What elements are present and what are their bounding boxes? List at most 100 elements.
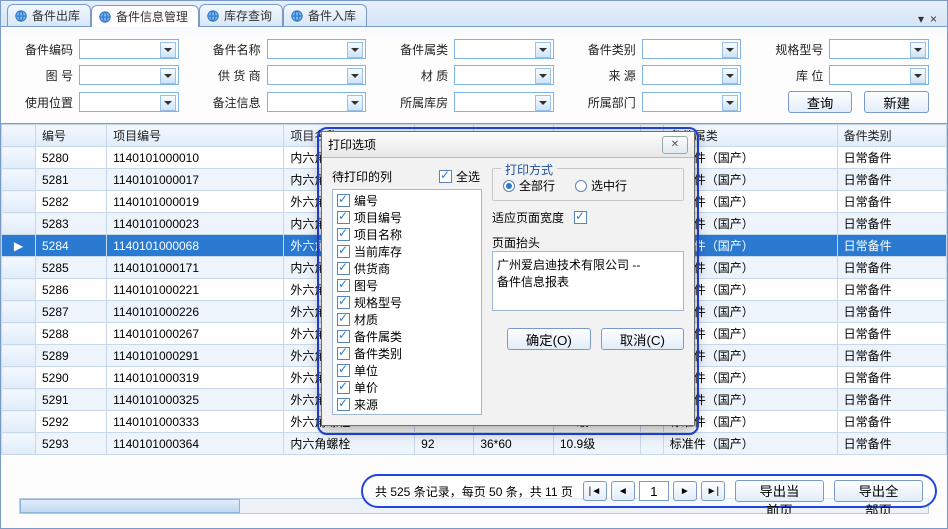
name-combo[interactable]: [267, 39, 367, 59]
list-item[interactable]: 项目名称: [335, 226, 479, 243]
pager-next[interactable]: ►: [673, 481, 697, 501]
pager-page-input[interactable]: [639, 481, 669, 501]
list-item[interactable]: 材质: [335, 311, 479, 328]
usepos-combo[interactable]: [79, 92, 179, 112]
remark-combo[interactable]: [267, 92, 367, 112]
table-cell[interactable]: 5280: [36, 147, 107, 169]
table-cell[interactable]: 5283: [36, 213, 107, 235]
table-cell[interactable]: [2, 367, 36, 389]
table-cell[interactable]: 1140101000068: [107, 235, 284, 257]
column-checkbox[interactable]: [337, 347, 350, 360]
list-item[interactable]: 备件类别: [335, 345, 479, 362]
table-cell[interactable]: 日常备件: [837, 411, 946, 433]
fit-width-checkbox[interactable]: [574, 211, 587, 224]
code-combo[interactable]: [79, 39, 179, 59]
column-checkbox[interactable]: [337, 381, 350, 394]
tab-close-icon[interactable]: ×: [930, 12, 937, 26]
new-button[interactable]: 新建: [864, 91, 929, 113]
table-cell[interactable]: [2, 411, 36, 433]
list-item[interactable]: 来源: [335, 396, 479, 413]
table-cell[interactable]: 1140101000226: [107, 301, 284, 323]
column-checkbox[interactable]: [337, 194, 350, 207]
table-cell[interactable]: 1140101000325: [107, 389, 284, 411]
table-cell[interactable]: [2, 257, 36, 279]
page-header-textarea[interactable]: [492, 251, 684, 311]
table-cell[interactable]: 1140101000010: [107, 147, 284, 169]
col-header[interactable]: 编号: [36, 125, 107, 147]
attrclass-combo[interactable]: [454, 39, 554, 59]
table-cell[interactable]: 5281: [36, 169, 107, 191]
cancel-button[interactable]: 取消(C): [601, 328, 684, 350]
table-cell[interactable]: [2, 169, 36, 191]
column-checkbox[interactable]: [337, 330, 350, 343]
check-all-checkbox[interactable]: [439, 170, 452, 183]
table-cell[interactable]: 日常备件: [837, 433, 946, 455]
table-cell[interactable]: 日常备件: [837, 345, 946, 367]
list-item[interactable]: 库位: [335, 413, 479, 415]
table-cell[interactable]: ▶: [2, 235, 36, 257]
supplier-combo[interactable]: [267, 65, 367, 85]
query-button[interactable]: 查询: [788, 91, 853, 113]
pager-last[interactable]: ►|: [701, 481, 725, 501]
pager-first[interactable]: |◄: [583, 481, 607, 501]
table-cell[interactable]: 日常备件: [837, 279, 946, 301]
list-item[interactable]: 当前库存: [335, 243, 479, 260]
table-cell[interactable]: [2, 147, 36, 169]
table-cell[interactable]: 36*60: [474, 433, 554, 455]
dialog-titlebar[interactable]: 打印选项 ✕: [322, 132, 694, 158]
table-row[interactable]: 52931140101000364内六角螺栓9236*6010.9级标准件（国产…: [2, 433, 947, 455]
dept-combo[interactable]: [642, 92, 742, 112]
column-checkbox[interactable]: [337, 279, 350, 292]
table-cell[interactable]: [2, 433, 36, 455]
table-cell[interactable]: 内六角螺栓: [284, 433, 415, 455]
scroll-thumb[interactable]: [20, 499, 240, 513]
table-cell[interactable]: 5285: [36, 257, 107, 279]
export-current-button[interactable]: 导出当前页: [735, 480, 824, 502]
table-cell[interactable]: [640, 433, 663, 455]
dialog-close-button[interactable]: ✕: [662, 136, 688, 154]
location-combo[interactable]: [829, 65, 929, 85]
table-cell[interactable]: 1140101000017: [107, 169, 284, 191]
table-cell[interactable]: 1140101000019: [107, 191, 284, 213]
columns-listbox[interactable]: 编号项目编号项目名称当前库存供货商图号规格型号材质备件属类备件类别单位单价来源库…: [332, 189, 482, 415]
table-cell[interactable]: [2, 279, 36, 301]
list-item[interactable]: 编号: [335, 192, 479, 209]
drawing-combo[interactable]: [79, 65, 179, 85]
material-combo[interactable]: [454, 65, 554, 85]
col-header[interactable]: 项目编号: [107, 125, 284, 147]
table-cell[interactable]: 10.9级: [553, 433, 640, 455]
table-cell[interactable]: 日常备件: [837, 389, 946, 411]
column-checkbox[interactable]: [337, 398, 350, 411]
tab-menu-icon[interactable]: ▾: [918, 12, 924, 26]
table-cell[interactable]: 5284: [36, 235, 107, 257]
column-checkbox[interactable]: [337, 262, 350, 275]
col-header[interactable]: 备件类别: [837, 125, 946, 147]
column-checkbox[interactable]: [337, 211, 350, 224]
list-item[interactable]: 供货商: [335, 260, 479, 277]
table-cell[interactable]: 日常备件: [837, 323, 946, 345]
table-cell[interactable]: 5287: [36, 301, 107, 323]
export-all-button[interactable]: 导出全部页: [834, 480, 923, 502]
table-cell[interactable]: [2, 345, 36, 367]
table-cell[interactable]: 1140101000291: [107, 345, 284, 367]
table-cell[interactable]: 1140101000333: [107, 411, 284, 433]
ok-button[interactable]: 确定(O): [507, 328, 591, 350]
table-cell[interactable]: 日常备件: [837, 301, 946, 323]
table-cell[interactable]: 1140101000319: [107, 367, 284, 389]
table-cell[interactable]: 5290: [36, 367, 107, 389]
table-cell[interactable]: 日常备件: [837, 213, 946, 235]
table-cell[interactable]: 日常备件: [837, 257, 946, 279]
list-item[interactable]: 项目编号: [335, 209, 479, 226]
spec-combo[interactable]: [829, 39, 929, 59]
table-cell[interactable]: 92: [415, 433, 474, 455]
col-header[interactable]: [2, 125, 36, 147]
tab-inbound[interactable]: 备件入库: [283, 4, 367, 26]
list-item[interactable]: 单位: [335, 362, 479, 379]
table-cell[interactable]: 5282: [36, 191, 107, 213]
table-cell[interactable]: 1140101000267: [107, 323, 284, 345]
radio-print-selected[interactable]: [575, 180, 587, 192]
warehouse-combo[interactable]: [454, 92, 554, 112]
table-cell[interactable]: 5291: [36, 389, 107, 411]
tab-parts-mgmt[interactable]: 备件信息管理: [91, 5, 199, 27]
table-cell[interactable]: 1140101000023: [107, 213, 284, 235]
